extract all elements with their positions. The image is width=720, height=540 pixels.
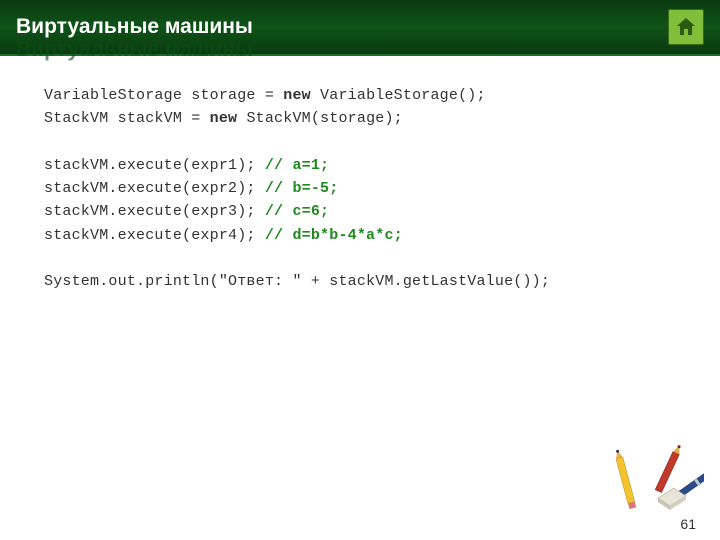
- code-text: StackVM(storage);: [237, 110, 403, 127]
- code-line: StackVM stackVM = new StackVM(storage);: [44, 107, 676, 130]
- comment: // a=1;: [265, 157, 329, 174]
- code-text: StackVM stackVM =: [44, 110, 210, 127]
- code-text: VariableStorage();: [311, 87, 486, 104]
- code-line: System.out.println("Ответ: " + stackVM.g…: [44, 270, 676, 293]
- keyword: new: [210, 110, 238, 127]
- code-line: stackVM.execute(expr3); // c=6;: [44, 200, 676, 223]
- comment: // d=b*b-4*a*c;: [265, 227, 403, 244]
- comment: // c=6;: [265, 203, 329, 220]
- code-line: [44, 247, 676, 270]
- code-text: stackVM.execute(expr4);: [44, 227, 265, 244]
- code-text: stackVM.execute(expr3);: [44, 203, 265, 220]
- pencils-illustration: [608, 440, 704, 512]
- slide-title: Виртуальные машины: [16, 15, 253, 39]
- keyword: new: [283, 87, 311, 104]
- comment: // b=-5;: [265, 180, 339, 197]
- code-text: stackVM.execute(expr1);: [44, 157, 265, 174]
- slide-header: Виртуальные машины: [0, 0, 720, 56]
- home-icon: [674, 15, 698, 39]
- code-line: stackVM.execute(expr2); // b=-5;: [44, 177, 676, 200]
- code-line: stackVM.execute(expr4); // d=b*b-4*a*c;: [44, 224, 676, 247]
- code-text: stackVM.execute(expr2);: [44, 180, 265, 197]
- code-text: VariableStorage storage =: [44, 87, 283, 104]
- code-block: VariableStorage storage = new VariableSt…: [0, 56, 720, 321]
- code-line: stackVM.execute(expr1); // a=1;: [44, 154, 676, 177]
- home-button[interactable]: [668, 9, 704, 45]
- page-number: 61: [680, 516, 696, 532]
- code-line: [44, 131, 676, 154]
- code-line: VariableStorage storage = new VariableSt…: [44, 84, 676, 107]
